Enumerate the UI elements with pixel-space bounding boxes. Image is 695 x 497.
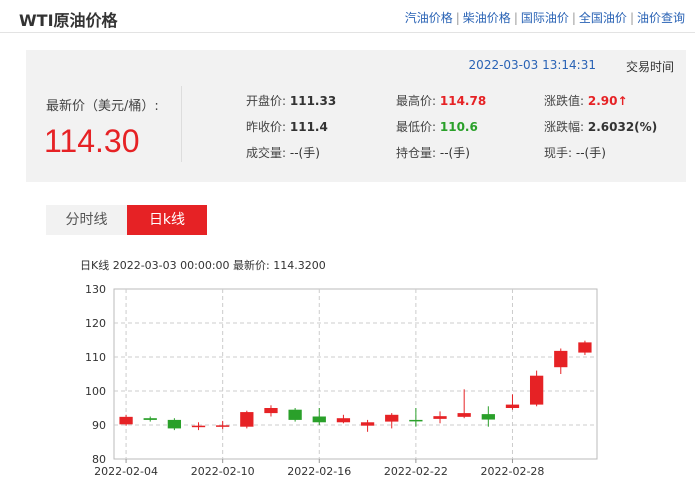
candle-body bbox=[143, 418, 157, 420]
x-tick-label: 2022-02-16 bbox=[287, 465, 351, 478]
y-tick-label: 90 bbox=[92, 419, 106, 432]
candle-body bbox=[191, 425, 206, 428]
candle-body bbox=[481, 414, 495, 420]
candle-body bbox=[360, 422, 375, 426]
candle-body bbox=[216, 425, 230, 427]
candle-body bbox=[554, 350, 568, 368]
x-tick-label: 2022-02-22 bbox=[384, 465, 448, 478]
candle-body bbox=[433, 416, 447, 419]
candle-body bbox=[529, 375, 544, 405]
y-tick-label: 110 bbox=[85, 351, 106, 364]
candle-body bbox=[167, 419, 182, 429]
candle-body bbox=[264, 408, 278, 414]
x-tick-label: 2022-02-10 bbox=[191, 465, 255, 478]
candle-body bbox=[409, 419, 423, 422]
candle-body bbox=[240, 412, 254, 427]
plot-frame bbox=[113, 288, 598, 460]
candle-body bbox=[385, 414, 399, 422]
y-tick-label: 100 bbox=[85, 385, 106, 398]
candle-body bbox=[578, 342, 592, 353]
x-tick-label: 2022-02-28 bbox=[481, 465, 545, 478]
candle-body bbox=[312, 416, 326, 423]
y-tick-label: 130 bbox=[85, 283, 106, 296]
candle-body bbox=[336, 418, 351, 423]
kline-chart: 80901001101201302022-02-04 2022-02-10 2022… bbox=[85, 283, 598, 478]
candle-body bbox=[288, 409, 302, 420]
candle-body bbox=[119, 416, 133, 425]
x-tick-label: 2022-02-04 bbox=[94, 465, 158, 478]
y-tick-label: 120 bbox=[85, 317, 106, 330]
candle-body bbox=[457, 413, 471, 417]
candle-body bbox=[505, 404, 520, 408]
